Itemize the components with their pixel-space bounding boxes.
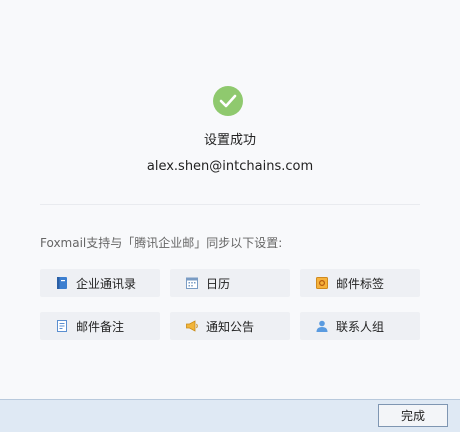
sync-item-label: 日历 (206, 276, 231, 291)
sync-item-label: 企业通讯录 (76, 276, 137, 291)
setup-result-panel: 设置成功 alex.shen@intchains.com Foxmail支持与「… (0, 0, 460, 399)
success-title: 设置成功 (203, 133, 256, 148)
success-check-icon (213, 86, 243, 116)
tag-icon (315, 276, 329, 290)
sync-item-label: 邮件备注 (76, 319, 125, 334)
megaphone-icon (185, 319, 199, 333)
sync-item-calendar: 日历 (170, 269, 290, 297)
sync-item-contact-groups: 联系人组 (300, 312, 420, 340)
sync-item-announcements: 通知公告 (170, 312, 290, 340)
divider (40, 204, 420, 205)
sync-item-label: 联系人组 (336, 319, 385, 334)
sync-item-label: 通知公告 (206, 319, 255, 334)
address-book-icon (55, 276, 69, 290)
account-email: alex.shen@intchains.com (146, 159, 314, 174)
sync-item-address-book: 企业通讯录 (40, 269, 160, 297)
sync-item-mail-tags: 邮件标签 (300, 269, 420, 297)
sync-item-mail-notes: 邮件备注 (40, 312, 160, 340)
sync-description: Foxmail支持与「腾讯企业邮」同步以下设置: (40, 236, 283, 250)
calendar-icon (185, 276, 199, 290)
sync-item-label: 邮件标签 (336, 276, 385, 291)
contact-group-icon (315, 319, 329, 333)
note-icon (55, 319, 69, 333)
done-button[interactable]: 完成 (378, 404, 448, 427)
